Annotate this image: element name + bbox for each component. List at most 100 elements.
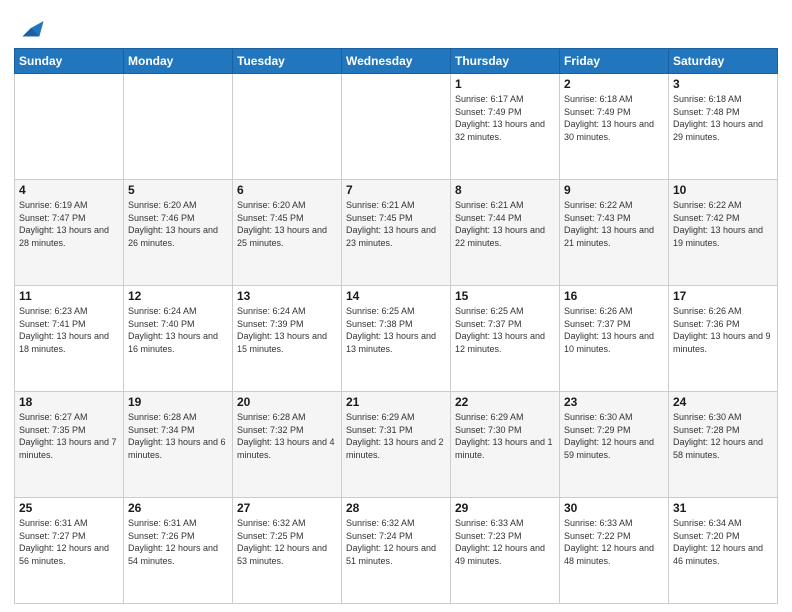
calendar-cell: 15 Sunrise: 6:25 AMSunset: 7:37 PMDayligh… [451, 286, 560, 392]
day-info: Sunrise: 6:21 AMSunset: 7:44 PMDaylight:… [455, 199, 555, 249]
calendar-cell: 26 Sunrise: 6:31 AMSunset: 7:26 PMDayligh… [124, 498, 233, 604]
day-number: 27 [237, 501, 337, 515]
weekday-header-monday: Monday [124, 49, 233, 74]
week-row-4: 18 Sunrise: 6:27 AMSunset: 7:35 PMDayligh… [15, 392, 778, 498]
day-info: Sunrise: 6:27 AMSunset: 7:35 PMDaylight:… [19, 411, 119, 461]
weekday-header-saturday: Saturday [669, 49, 778, 74]
day-number: 6 [237, 183, 337, 197]
day-info: Sunrise: 6:31 AMSunset: 7:27 PMDaylight:… [19, 517, 119, 567]
calendar-cell: 13 Sunrise: 6:24 AMSunset: 7:39 PMDayligh… [233, 286, 342, 392]
day-number: 2 [564, 77, 664, 91]
calendar-cell: 4Sunrise: 6:19 AMSunset: 7:47 PMDaylight… [15, 180, 124, 286]
day-number: 16 [564, 289, 664, 303]
day-number: 3 [673, 77, 773, 91]
day-info: Sunrise: 6:34 AMSunset: 7:20 PMDaylight:… [673, 517, 773, 567]
day-number: 18 [19, 395, 119, 409]
day-number: 28 [346, 501, 446, 515]
day-info: Sunrise: 6:29 AMSunset: 7:31 PMDaylight:… [346, 411, 446, 461]
day-number: 22 [455, 395, 555, 409]
calendar-cell: 14 Sunrise: 6:25 AMSunset: 7:38 PMDayligh… [342, 286, 451, 392]
calendar-cell [342, 74, 451, 180]
day-info: Sunrise: 6:32 AMSunset: 7:25 PMDaylight:… [237, 517, 337, 567]
day-number: 15 [455, 289, 555, 303]
calendar-cell: 29 Sunrise: 6:33 AMSunset: 7:23 PMDayligh… [451, 498, 560, 604]
weekday-header-wednesday: Wednesday [342, 49, 451, 74]
calendar-cell: 1 Sunrise: 6:17 AMSunset: 7:49 PMDaylight… [451, 74, 560, 180]
day-number: 29 [455, 501, 555, 515]
day-number: 1 [455, 77, 555, 91]
day-info: Sunrise: 6:32 AMSunset: 7:24 PMDaylight:… [346, 517, 446, 567]
calendar-cell: 3 Sunrise: 6:18 AMSunset: 7:48 PMDaylight… [669, 74, 778, 180]
day-number: 23 [564, 395, 664, 409]
week-row-5: 25Sunrise: 6:31 AMSunset: 7:27 PMDayligh… [15, 498, 778, 604]
day-info: Sunrise: 6:28 AMSunset: 7:32 PMDaylight:… [237, 411, 337, 461]
calendar-cell: 24 Sunrise: 6:30 AMSunset: 7:28 PMDayligh… [669, 392, 778, 498]
day-info: Sunrise: 6:30 AMSunset: 7:29 PMDaylight:… [564, 411, 664, 461]
calendar-cell: 22Sunrise: 6:29 AMSunset: 7:30 PMDayligh… [451, 392, 560, 498]
calendar-cell: 27 Sunrise: 6:32 AMSunset: 7:25 PMDayligh… [233, 498, 342, 604]
day-info: Sunrise: 6:24 AMSunset: 7:39 PMDaylight:… [237, 305, 337, 355]
calendar-cell: 19Sunrise: 6:28 AMSunset: 7:34 PMDayligh… [124, 392, 233, 498]
calendar-cell [233, 74, 342, 180]
calendar-cell: 8Sunrise: 6:21 AMSunset: 7:44 PMDaylight… [451, 180, 560, 286]
calendar-cell: 9 Sunrise: 6:22 AMSunset: 7:43 PMDaylight… [560, 180, 669, 286]
day-info: Sunrise: 6:23 AMSunset: 7:41 PMDaylight:… [19, 305, 119, 355]
calendar-cell: 17 Sunrise: 6:26 AMSunset: 7:36 PMDayligh… [669, 286, 778, 392]
calendar-cell: 25Sunrise: 6:31 AMSunset: 7:27 PMDayligh… [15, 498, 124, 604]
day-number: 21 [346, 395, 446, 409]
calendar-cell: 11 Sunrise: 6:23 AMSunset: 7:41 PMDayligh… [15, 286, 124, 392]
day-info: Sunrise: 6:21 AMSunset: 7:45 PMDaylight:… [346, 199, 446, 249]
day-info: Sunrise: 6:22 AMSunset: 7:43 PMDaylight:… [564, 199, 664, 249]
day-info: Sunrise: 6:20 AMSunset: 7:45 PMDaylight:… [237, 199, 337, 249]
day-number: 9 [564, 183, 664, 197]
calendar-cell: 20 Sunrise: 6:28 AMSunset: 7:32 PMDayligh… [233, 392, 342, 498]
calendar-cell: 2 Sunrise: 6:18 AMSunset: 7:49 PMDaylight… [560, 74, 669, 180]
day-number: 13 [237, 289, 337, 303]
day-number: 17 [673, 289, 773, 303]
day-info: Sunrise: 6:18 AMSunset: 7:48 PMDaylight:… [673, 93, 773, 143]
day-info: Sunrise: 6:28 AMSunset: 7:34 PMDaylight:… [128, 411, 228, 461]
day-info: Sunrise: 6:26 AMSunset: 7:36 PMDaylight:… [673, 305, 773, 355]
week-row-3: 11 Sunrise: 6:23 AMSunset: 7:41 PMDayligh… [15, 286, 778, 392]
day-number: 30 [564, 501, 664, 515]
day-number: 14 [346, 289, 446, 303]
day-info: Sunrise: 6:33 AMSunset: 7:22 PMDaylight:… [564, 517, 664, 567]
calendar-cell: 10 Sunrise: 6:22 AMSunset: 7:42 PMDayligh… [669, 180, 778, 286]
calendar-cell: 23 Sunrise: 6:30 AMSunset: 7:29 PMDayligh… [560, 392, 669, 498]
weekday-header-friday: Friday [560, 49, 669, 74]
day-info: Sunrise: 6:30 AMSunset: 7:28 PMDaylight:… [673, 411, 773, 461]
calendar-cell: 31 Sunrise: 6:34 AMSunset: 7:20 PMDayligh… [669, 498, 778, 604]
day-number: 26 [128, 501, 228, 515]
day-info: Sunrise: 6:24 AMSunset: 7:40 PMDaylight:… [128, 305, 228, 355]
calendar-cell [124, 74, 233, 180]
day-number: 31 [673, 501, 773, 515]
day-info: Sunrise: 6:25 AMSunset: 7:38 PMDaylight:… [346, 305, 446, 355]
day-info: Sunrise: 6:33 AMSunset: 7:23 PMDaylight:… [455, 517, 555, 567]
logo [14, 14, 45, 42]
day-info: Sunrise: 6:22 AMSunset: 7:42 PMDaylight:… [673, 199, 773, 249]
day-number: 4 [19, 183, 119, 197]
weekday-header-thursday: Thursday [451, 49, 560, 74]
calendar-cell: 6 Sunrise: 6:20 AMSunset: 7:45 PMDaylight… [233, 180, 342, 286]
day-info: Sunrise: 6:17 AMSunset: 7:49 PMDaylight:… [455, 93, 555, 143]
day-number: 11 [19, 289, 119, 303]
logo-icon [17, 14, 45, 42]
page: SundayMondayTuesdayWednesdayThursdayFrid… [0, 0, 792, 612]
day-info: Sunrise: 6:31 AMSunset: 7:26 PMDaylight:… [128, 517, 228, 567]
week-row-1: 1 Sunrise: 6:17 AMSunset: 7:49 PMDaylight… [15, 74, 778, 180]
calendar-cell: 12Sunrise: 6:24 AMSunset: 7:40 PMDayligh… [124, 286, 233, 392]
calendar-cell: 28 Sunrise: 6:32 AMSunset: 7:24 PMDayligh… [342, 498, 451, 604]
day-info: Sunrise: 6:25 AMSunset: 7:37 PMDaylight:… [455, 305, 555, 355]
day-number: 20 [237, 395, 337, 409]
calendar-cell: 5 Sunrise: 6:20 AMSunset: 7:46 PMDaylight… [124, 180, 233, 286]
day-info: Sunrise: 6:18 AMSunset: 7:49 PMDaylight:… [564, 93, 664, 143]
calendar-cell: 18 Sunrise: 6:27 AMSunset: 7:35 PMDayligh… [15, 392, 124, 498]
day-info: Sunrise: 6:20 AMSunset: 7:46 PMDaylight:… [128, 199, 228, 249]
weekday-header-tuesday: Tuesday [233, 49, 342, 74]
day-number: 5 [128, 183, 228, 197]
day-number: 24 [673, 395, 773, 409]
week-row-2: 4Sunrise: 6:19 AMSunset: 7:47 PMDaylight… [15, 180, 778, 286]
calendar-table: SundayMondayTuesdayWednesdayThursdayFrid… [14, 48, 778, 604]
weekday-header-sunday: Sunday [15, 49, 124, 74]
day-number: 10 [673, 183, 773, 197]
